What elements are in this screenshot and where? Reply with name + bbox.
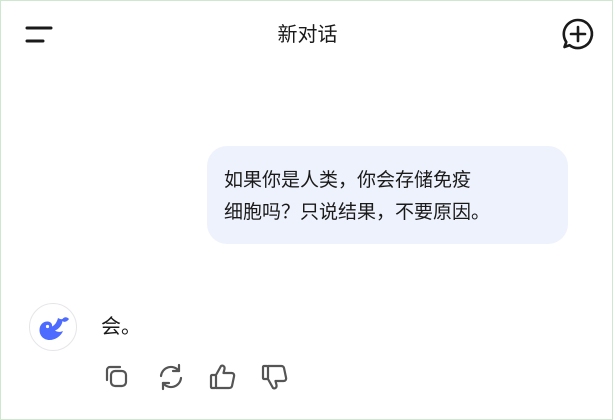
new-chat-icon	[562, 18, 594, 50]
dislike-button[interactable]	[259, 361, 291, 393]
regenerate-button[interactable]	[155, 361, 187, 393]
user-message-bubble: 如果你是人类，你会存储免疫 细胞吗？只说结果，不要原因。	[207, 146, 568, 244]
assistant-avatar	[29, 303, 77, 351]
new-chat-button[interactable]	[560, 16, 596, 52]
app-frame: 新对话 如果你是人类，你会存储免疫 细胞吗？只说结果，不要原因。 会。	[0, 0, 613, 420]
regenerate-icon	[159, 363, 183, 391]
thumbs-up-icon	[209, 364, 236, 390]
header: 新对话	[1, 1, 613, 69]
thumbs-down-icon	[261, 364, 288, 390]
copy-icon	[105, 365, 128, 388]
user-message-line-2: 细胞吗？只说结果，不要原因。	[224, 201, 491, 223]
user-message-line-1: 如果你是人类，你会存储免疫	[224, 169, 472, 191]
page-title: 新对话	[277, 22, 338, 46]
assistant-message: 会。	[101, 314, 141, 338]
like-button[interactable]	[207, 361, 239, 393]
whale-logo-icon	[39, 317, 69, 340]
copy-button[interactable]	[101, 361, 133, 393]
